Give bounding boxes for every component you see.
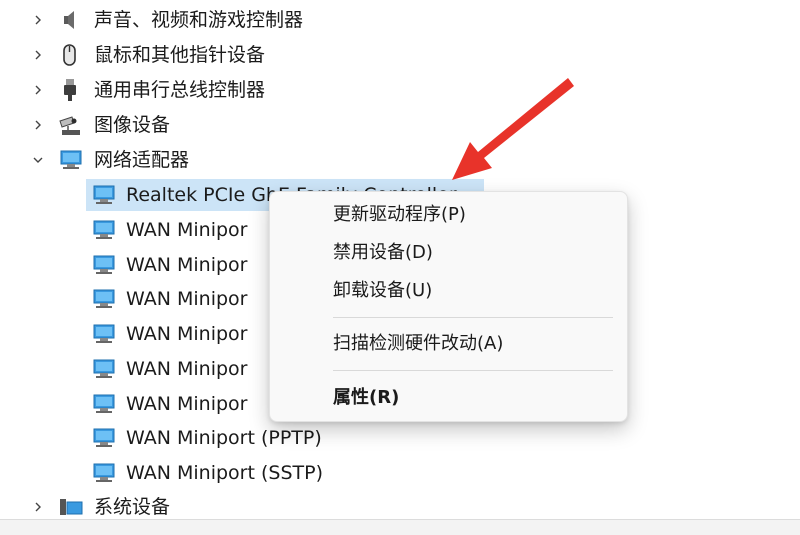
adapter-label: WAN Minipor [126, 358, 248, 380]
system-device-icon [58, 495, 83, 519]
adapter-label: WAN Miniport (SSTP) [126, 462, 323, 484]
chevron-right-icon[interactable] [30, 499, 46, 515]
menu-item-uninstall-device[interactable]: 卸载设备(U) [270, 273, 627, 309]
chevron-right-icon[interactable] [30, 117, 46, 133]
adapter-label: WAN Minipor [126, 219, 248, 241]
menu-item-disable-device[interactable]: 禁用设备(D) [270, 235, 627, 271]
tree-item-label: 声音、视频和游戏控制器 [94, 9, 304, 31]
network-adapter-icon [91, 392, 115, 416]
tree-item-label: 系统设备 [94, 496, 171, 518]
speaker-icon [58, 8, 82, 32]
usb-icon [58, 78, 82, 102]
chevron-down-icon[interactable] [30, 152, 46, 168]
tree-item-label: 通用串行总线控制器 [94, 79, 266, 101]
chevron-right-icon[interactable] [30, 82, 46, 98]
network-adapter-icon [91, 253, 115, 277]
mouse-icon [58, 43, 82, 67]
tree-item-label: 图像设备 [94, 114, 171, 136]
chevron-right-icon[interactable] [30, 47, 46, 63]
adapter-label: WAN Minipor [126, 393, 248, 415]
status-bar [0, 519, 800, 535]
menu-separator [333, 317, 613, 318]
network-adapter-icon [91, 183, 115, 207]
adapter-label: WAN Minipor [126, 323, 248, 345]
menu-item-properties[interactable]: 属性(R) [270, 380, 627, 416]
menu-separator [333, 370, 613, 371]
network-adapter-icon [58, 148, 82, 172]
menu-item-update-driver[interactable]: 更新驱动程序(P) [270, 197, 627, 233]
menu-item-scan-hardware[interactable]: 扫描检测硬件改动(A) [270, 326, 627, 362]
network-adapter-icon [91, 322, 115, 346]
adapter-label: WAN Miniport (PPTP) [126, 427, 322, 449]
network-adapter-icon [91, 357, 115, 381]
adapter-label: WAN Minipor [126, 254, 248, 276]
context-menu: 更新驱动程序(P) 禁用设备(D) 卸载设备(U) 扫描检测硬件改动(A) 属性… [269, 191, 628, 422]
camera-icon [58, 113, 82, 137]
tree-item-label: 鼠标和其他指针设备 [94, 44, 266, 66]
network-adapter-icon [91, 426, 115, 450]
network-adapter-icon [91, 218, 115, 242]
network-adapter-icon [91, 461, 115, 485]
tree-item-label: 网络适配器 [94, 149, 190, 171]
chevron-right-icon[interactable] [30, 12, 46, 28]
adapter-label: WAN Minipor [126, 288, 248, 310]
network-adapter-icon [91, 287, 115, 311]
